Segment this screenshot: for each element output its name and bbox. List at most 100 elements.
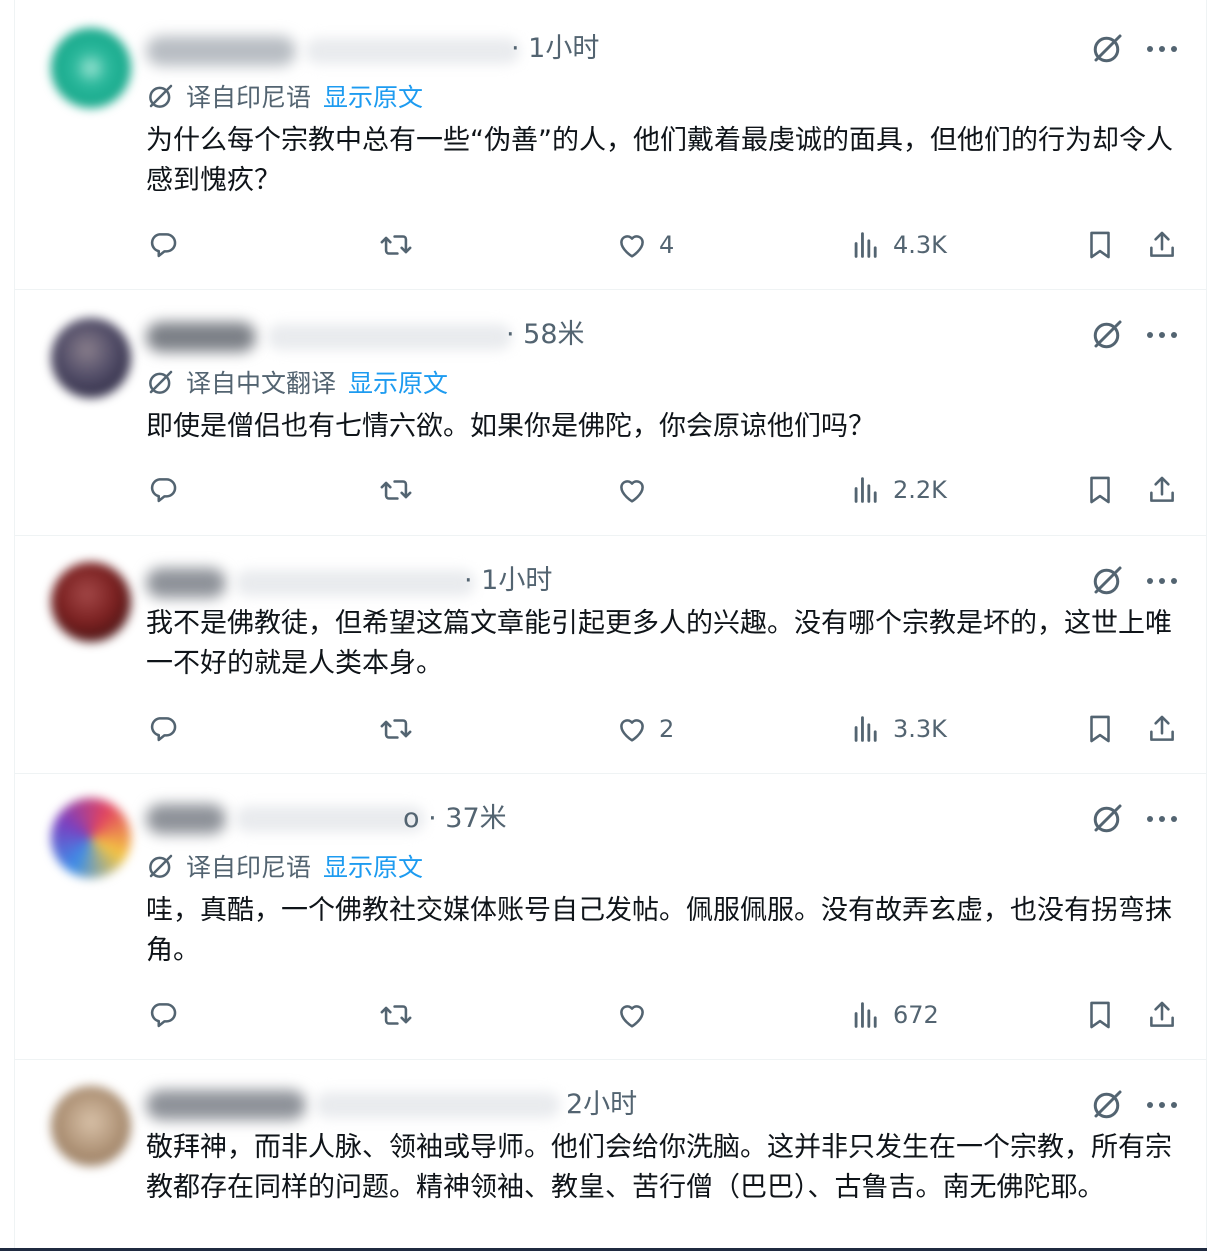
retweet-button[interactable]	[379, 709, 413, 749]
like-button[interactable]	[615, 470, 659, 510]
retweet-icon	[380, 480, 412, 500]
bookmark-icon	[1090, 231, 1110, 259]
translation-label: 译自印尼语	[186, 853, 312, 882]
action-bar: 4 4.3K	[15, 225, 1206, 265]
reply-icon	[150, 478, 177, 503]
avatar[interactable]	[51, 318, 131, 398]
views-icon	[854, 716, 877, 742]
more-icon[interactable]	[1145, 1100, 1179, 1110]
share-button[interactable]	[1145, 995, 1179, 1035]
bookmark-button[interactable]	[1083, 995, 1117, 1035]
avatar[interactable]	[51, 1086, 131, 1166]
user-display-name[interactable]	[146, 804, 226, 834]
translation-note: 译自中文翻译 显示原文	[146, 366, 448, 398]
like-button[interactable]: 2	[615, 709, 674, 749]
tweet-text: 敬拜神，而非人脉、领袖或导师。他们会给你洗脑。这并非只发生在一个宗教，所有宗教都…	[146, 1132, 1172, 1203]
like-button[interactable]: 4	[615, 225, 674, 265]
retweet-icon	[380, 235, 412, 255]
translate-icon	[149, 854, 173, 878]
views-button[interactable]: 3.3K	[849, 709, 947, 749]
reply-button[interactable]	[146, 995, 180, 1035]
retweet-icon	[380, 1005, 412, 1025]
timestamp[interactable]: · 58米	[506, 318, 585, 352]
views-button[interactable]: 2.2K	[849, 470, 947, 510]
bookmark-button[interactable]	[1083, 225, 1117, 265]
show-original-link[interactable]: 显示原文	[323, 848, 423, 884]
user-display-name[interactable]	[146, 36, 296, 66]
bookmark-icon	[1090, 476, 1110, 504]
like-button[interactable]	[615, 995, 659, 1035]
view-count: 4.3K	[893, 231, 947, 259]
timestamp[interactable]: o · 37米	[403, 802, 507, 836]
user-handle[interactable]	[305, 38, 520, 64]
grok-icon[interactable]	[1090, 1086, 1126, 1122]
grok-icon[interactable]	[1090, 800, 1126, 836]
retweet-button[interactable]	[379, 995, 413, 1035]
user-display-name[interactable]	[146, 568, 226, 598]
share-icon	[1150, 476, 1174, 502]
user-handle[interactable]	[267, 324, 512, 350]
like-count: 4	[659, 231, 675, 259]
reply-tweet[interactable]: o · 37米 译自印尼语 显示原文 哇，真酷，一个佛教社交媒体账号自己发帖。佩…	[15, 774, 1206, 1060]
tweet-text: 我不是佛教徒，但希望这篇文章能引起更多人的兴趣。没有哪个宗教是坏的，这世上唯一不…	[146, 608, 1172, 679]
action-bar: 2 3.3K	[15, 709, 1206, 749]
reply-feed: · 1小时 译自印尼语 显示原文 为什么每个宗教中总有一些“伪善”的人，他们戴着…	[15, 0, 1206, 1251]
more-icon[interactable]	[1145, 814, 1179, 824]
share-button[interactable]	[1145, 225, 1179, 265]
bookmark-icon	[1090, 715, 1110, 743]
grok-icon[interactable]	[1090, 30, 1126, 66]
bookmark-icon	[1090, 1001, 1110, 1029]
share-button[interactable]	[1145, 709, 1179, 749]
reply-icon	[150, 1003, 177, 1028]
translation-note: 译自印尼语 显示原文	[146, 850, 423, 882]
reply-tweet[interactable]: 2小时 敬拜神，而非人脉、领袖或导师。他们会给你洗脑。这并非只发生在一个宗教，所…	[15, 1060, 1206, 1251]
reply-tweet[interactable]: · 1小时 我不是佛教徒，但希望这篇文章能引起更多人的兴趣。没有哪个宗教是坏的，…	[15, 536, 1206, 774]
user-display-name[interactable]	[146, 1090, 306, 1120]
views-button[interactable]: 672	[849, 995, 939, 1035]
timestamp[interactable]: · 1小时	[464, 564, 552, 598]
translate-icon	[149, 370, 173, 394]
view-count: 2.2K	[893, 476, 947, 504]
views-button[interactable]: 4.3K	[849, 225, 947, 265]
share-button[interactable]	[1145, 470, 1179, 510]
translation-note: 译自印尼语 显示原文	[146, 80, 423, 112]
avatar[interactable]	[51, 798, 131, 878]
avatar[interactable]	[51, 28, 131, 108]
avatar[interactable]	[51, 562, 131, 642]
reply-button[interactable]	[146, 470, 180, 510]
action-bar: 2.2K	[15, 470, 1206, 510]
retweet-icon	[380, 719, 412, 739]
view-count: 672	[893, 1001, 939, 1029]
reply-tweet[interactable]: · 1小时 译自印尼语 显示原文 为什么每个宗教中总有一些“伪善”的人，他们戴着…	[15, 0, 1206, 290]
tweet-text: 哇，真酷，一个佛教社交媒体账号自己发帖。佩服佩服。没有故弄玄虚，也没有拐弯抹角。	[146, 895, 1172, 966]
user-handle[interactable]	[235, 570, 475, 596]
user-handle[interactable]	[315, 1092, 560, 1118]
user-display-name[interactable]	[146, 322, 256, 352]
grok-icon[interactable]	[1090, 562, 1126, 598]
bookmark-button[interactable]	[1083, 470, 1117, 510]
timestamp[interactable]: 2小时	[566, 1088, 637, 1122]
retweet-button[interactable]	[379, 470, 413, 510]
tweet-text: 即使是僧侣也有七情六欲。如果你是佛陀，你会原谅他们吗？	[146, 411, 875, 442]
more-icon[interactable]	[1145, 44, 1179, 54]
heart-icon	[620, 1005, 644, 1028]
views-icon	[854, 232, 877, 258]
views-icon	[854, 477, 877, 503]
reply-button[interactable]	[146, 709, 180, 749]
heart-icon	[620, 480, 644, 503]
timestamp[interactable]: · 1小时	[511, 32, 599, 66]
more-icon[interactable]	[1145, 330, 1179, 340]
reply-button[interactable]	[146, 225, 180, 265]
grok-icon[interactable]	[1090, 316, 1126, 352]
reply-tweet[interactable]: · 58米 译自中文翻译 显示原文 即使是僧侣也有七情六欲。如果你是佛陀，你会原…	[15, 290, 1206, 536]
retweet-button[interactable]	[379, 225, 413, 265]
show-original-link[interactable]: 显示原文	[323, 78, 423, 114]
heart-icon	[620, 719, 644, 742]
reply-icon	[150, 233, 177, 258]
reply-icon	[150, 717, 177, 742]
tweet-text: 为什么每个宗教中总有一些“伪善”的人，他们戴着最虔诚的面具，但他们的行为却令人感…	[146, 125, 1173, 196]
user-handle[interactable]	[235, 806, 425, 832]
more-icon[interactable]	[1145, 576, 1179, 586]
bookmark-button[interactable]	[1083, 709, 1117, 749]
show-original-link[interactable]: 显示原文	[348, 364, 448, 400]
